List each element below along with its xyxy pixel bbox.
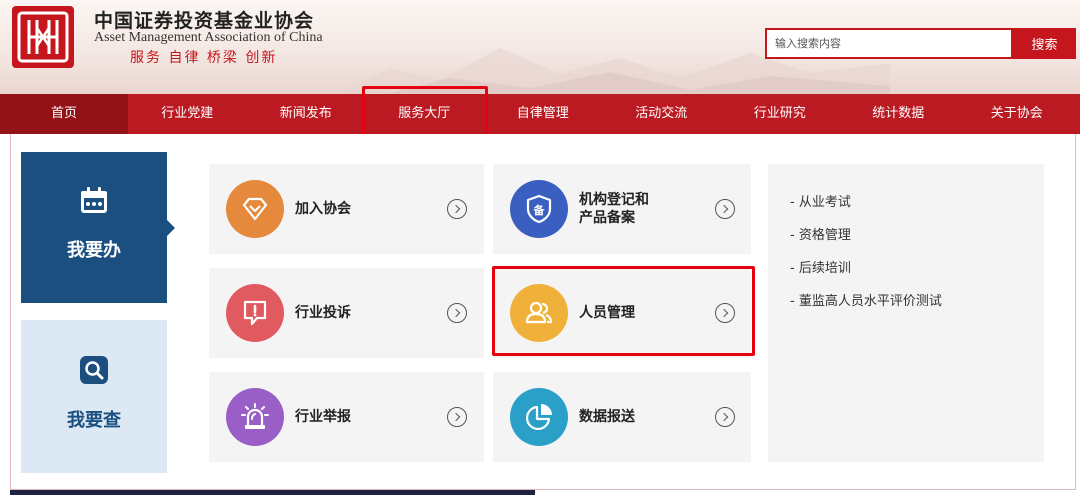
nav-item-events[interactable]: 活动交流 [602,94,721,134]
list-item-exam[interactable]: - 从业考试 [790,194,942,227]
calendar-icon [81,187,107,213]
svg-text:备: 备 [533,203,546,217]
search-icon [80,356,108,384]
tab-i-want-to-do[interactable]: 我要办 [21,152,175,303]
service-label: 人员管理 [579,305,635,321]
nav-item-research[interactable]: 行业研究 [721,94,840,134]
chevron-right-icon[interactable] [715,303,735,323]
siren-icon [226,388,284,446]
service-data-submission[interactable]: 数据报送 [493,372,751,462]
diamond-icon [226,180,284,238]
nav-item-home[interactable]: 首页 [0,94,128,134]
nav-item-self-regulation[interactable]: 自律管理 [484,94,603,134]
bottom-divider [10,490,535,495]
site-slogan: 服务 自律 桥梁 创新 [130,50,278,66]
chevron-right-icon[interactable] [715,199,735,219]
main-nav: 首页 行业党建 新闻发布 服务大厅 自律管理 活动交流 行业研究 统计数据 关于… [0,94,1080,141]
service-label: 行业投诉 [295,305,351,321]
nav-item-service-hall[interactable]: 服务大厅 [365,94,484,141]
site-title-cn: 中国证券投资基金业协会 [94,10,315,32]
nav-item-statistics[interactable]: 统计数据 [839,94,958,134]
chevron-right-icon[interactable] [447,303,467,323]
service-industry-report[interactable]: 行业举报 [209,372,484,462]
pie-chart-icon [510,388,568,446]
nav-item-party-building[interactable]: 行业党建 [128,94,247,134]
tab-i-want-to-check[interactable]: 我要查 [21,320,167,473]
list-item-qualification[interactable]: - 资格管理 [790,227,942,260]
search-box [765,28,1013,59]
tab-find-label: 我要查 [67,410,121,431]
service-personnel-management[interactable]: 人员管理 [493,268,751,358]
service-label: 行业举报 [295,409,351,425]
amac-logo[interactable] [12,6,74,68]
shield-icon: 备 [510,180,568,238]
quick-links-panel: - 从业考试 - 资格管理 - 后续培训 - 董监高人员水平评价测试 [768,164,1044,462]
service-industry-complaint[interactable]: 行业投诉 [209,268,484,358]
chevron-right-icon[interactable] [715,407,735,427]
search-button[interactable]: 搜索 [1013,28,1076,59]
list-item-training[interactable]: - 后续培训 [790,260,942,293]
chevron-right-icon[interactable] [447,199,467,219]
tab-do-label: 我要办 [67,240,121,261]
service-institution-registration[interactable]: 备 机构登记和 产品备案 [493,164,751,254]
chevron-right-icon[interactable] [447,407,467,427]
alert-icon [226,284,284,342]
nav-item-news[interactable]: 新闻发布 [247,94,366,134]
search-input[interactable] [767,30,1011,57]
service-label: 加入协会 [295,201,351,217]
site-header: 中国证券投资基金业协会 Asset Management Association… [0,0,1080,94]
list-item-executive-test[interactable]: - 董监高人员水平评价测试 [790,293,942,326]
quick-links-list: - 从业考试 - 资格管理 - 后续培训 - 董监高人员水平评价测试 [790,194,942,326]
service-label: 机构登记和 产品备案 [579,192,649,226]
service-join-association[interactable]: 加入协会 [209,164,484,254]
people-icon [510,284,568,342]
service-label: 数据报送 [579,409,635,425]
site-title-en: Asset Management Association of China [94,30,323,45]
nav-item-about[interactable]: 关于协会 [958,94,1077,134]
